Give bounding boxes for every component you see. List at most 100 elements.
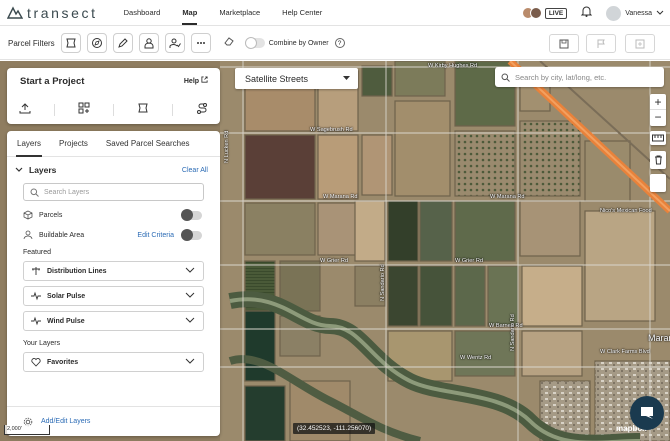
distribution-lines-layer[interactable]: Distribution Lines [23,261,204,281]
flag-icon [597,39,605,48]
wind-pulse-layer[interactable]: Wind Pulse [23,311,204,331]
main-nav: Dashboard Map Marketplace Help Center [124,8,345,25]
nav-dashboard[interactable]: Dashboard [124,8,161,17]
ruler-icon [652,134,664,142]
map-label-road: W Grier Rd [320,258,348,264]
heart-icon [31,358,41,367]
map-label-road: W Marana Rd [323,194,358,200]
layers-section-header[interactable]: Layers Clear All [7,157,220,183]
nav-map[interactable]: Map [182,8,198,25]
solar-pulse-layer[interactable]: Solar Pulse [23,286,204,306]
upload-icon[interactable] [19,101,31,119]
add-edit-layers-label: Add/Edit Layers [41,418,91,425]
map-search-placeholder: Search by city, lat/long, etc. [515,72,607,82]
filter-shape-button[interactable] [60,33,81,53]
zoom-control: + − [650,94,666,126]
flag-button[interactable] [586,34,616,53]
start-project-card: Start a Project Help [7,68,220,124]
map-style-select[interactable]: Satellite Streets [235,68,358,89]
person-icon [144,38,154,49]
transect-logo-icon [7,5,23,19]
parcels-label: Parcels [39,211,63,219]
distribution-lines-label: Distribution Lines [47,267,107,275]
chevron-down-icon [185,317,195,323]
chevron-down-icon [185,292,195,298]
draw-polygon-icon[interactable] [137,101,149,119]
zoom-out-button[interactable]: − [650,110,666,126]
add-grid-icon[interactable] [78,101,90,119]
tab-layers[interactable]: Layers [15,131,43,157]
pulse-icon [31,316,41,326]
project-actions [7,98,220,122]
avatar [606,5,622,21]
route-icon[interactable] [196,101,208,119]
chat-support-button[interactable] [630,396,664,430]
zoom-in-button[interactable]: + [650,94,666,110]
panel-tabs: Layers Projects Saved Parcel Searches [7,131,220,157]
buildable-area-toggle[interactable] [181,228,202,241]
external-link-icon [201,76,208,83]
measure-button[interactable] [650,131,666,145]
trash-icon [654,155,662,165]
tab-saved-parcel-searches[interactable]: Saved Parcel Searches [106,131,190,157]
filter-owner-button[interactable] [138,33,159,53]
search-icon [30,188,39,197]
filter-compass-button[interactable] [86,33,107,53]
help-circle-icon[interactable]: ? [334,38,345,48]
filter-pencil-button[interactable] [112,33,133,53]
compass-icon [91,38,102,48]
nav-marketplace[interactable]: Marketplace [219,8,260,17]
layer-search-placeholder: Search Layers [44,188,90,196]
live-collaborators[interactable]: LIVE [521,7,568,19]
map-label-road: N Sandario Rd [510,314,516,351]
save-search-button[interactable] [549,34,579,53]
tab-projects[interactable]: Projects [59,131,88,157]
map-label-road: W Wentz Rd [460,355,492,361]
map-style-value: Satellite Streets [245,73,309,84]
edit-criteria-link[interactable]: Edit Criteria [137,232,174,239]
collaborator-avatar [529,7,542,19]
map-label-road: W Kirby Hughes Rd [428,63,478,69]
search-icon [501,73,510,82]
export-button[interactable] [625,34,655,53]
parcels-toggle[interactable] [181,208,202,221]
eraser-icon[interactable] [223,34,235,52]
filter-owner-type-button[interactable] [164,33,185,53]
person-pin-icon [23,230,33,240]
map-label-town: Maran [648,333,670,343]
map-label-road: N Sandario Rd [380,264,386,301]
map-scale: 2,000' [4,425,50,435]
favorites-layer[interactable]: Favorites [23,352,204,372]
more-filters-button[interactable] [190,33,211,53]
map-search-input[interactable]: Search by city, lat/long, etc. [495,67,664,87]
help-label: Help [183,78,200,85]
logo-text: transect [27,4,98,21]
pencil-icon [117,38,128,48]
parcel-filters-label: Parcel Filters [8,38,55,48]
delete-drawing-button[interactable] [650,151,666,169]
chevron-down-icon [15,167,23,172]
combine-by-owner-toggle[interactable] [244,37,265,49]
clear-all-link[interactable]: Clear All [182,167,208,174]
layer-search-input[interactable]: Search Layers [23,183,204,201]
buildable-area-row: Buildable Area Edit Criteria [7,225,220,245]
top-navigation-bar: transect Dashboard Map Marketplace Help … [0,0,670,26]
nav-help-center[interactable]: Help Center [282,8,322,17]
map-label-road: W Marana Rd [490,194,525,200]
user-menu[interactable]: Vanessa [606,5,664,21]
chevron-down-icon [185,358,195,364]
chevron-down-icon [185,267,195,273]
map-tool-button[interactable] [650,174,666,192]
buildable-area-label: Buildable Area [39,231,85,239]
your-layers-heading: Your Layers [23,340,61,347]
chevron-down-icon [656,10,664,15]
map-label-road: W Grier Rd [455,258,483,264]
help-link[interactable]: Help [184,76,208,85]
favorites-label: Favorites [47,358,79,366]
live-badge: LIVE [544,7,568,19]
more-dots-icon [196,42,205,44]
pulse-icon [31,291,41,301]
layers-panel: Layers Projects Saved Parcel Searches La… [7,131,220,436]
bell-icon[interactable] [581,4,593,22]
transect-logo[interactable]: transect [7,5,98,21]
